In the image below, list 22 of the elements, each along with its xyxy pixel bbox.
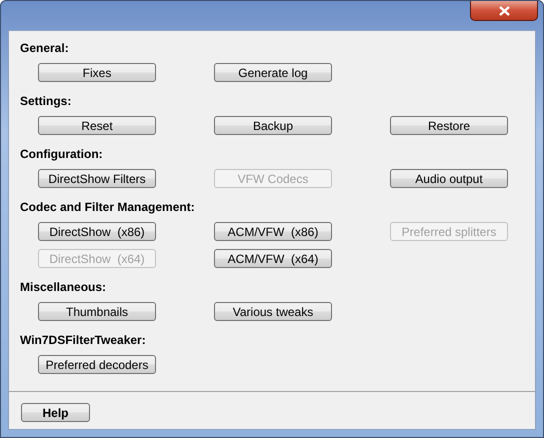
action-button[interactable]: Backup xyxy=(214,116,332,135)
action-button[interactable]: Generate log xyxy=(214,63,332,82)
action-button[interactable]: ACM/VFW (x64) xyxy=(214,249,332,268)
action-button[interactable]: Preferred decoders xyxy=(38,355,156,374)
section-heading: Codec and Filter Management: xyxy=(20,200,196,215)
action-button[interactable]: Audio output xyxy=(390,169,508,188)
action-button[interactable]: DirectShow Filters xyxy=(38,169,156,188)
section-heading: General: xyxy=(20,41,70,56)
section-heading: Miscellaneous: xyxy=(20,280,108,295)
action-button[interactable]: Fixes xyxy=(38,63,156,82)
action-button[interactable]: Thumbnails xyxy=(38,302,156,321)
action-button[interactable]: DirectShow (x86) xyxy=(38,222,156,241)
action-button[interactable]: Various tweaks xyxy=(214,302,332,321)
help-button[interactable]: Help xyxy=(21,403,90,422)
action-button[interactable]: ACM/VFW (x86) xyxy=(214,222,332,241)
section-heading: Settings: xyxy=(20,94,72,109)
action-button[interactable]: Restore xyxy=(390,116,508,135)
section-heading: Configuration: xyxy=(20,147,104,162)
close-button[interactable] xyxy=(470,1,538,21)
close-icon xyxy=(498,6,510,16)
action-button[interactable]: Reset xyxy=(38,116,156,135)
section-heading: Win7DSFilterTweaker: xyxy=(20,333,147,348)
